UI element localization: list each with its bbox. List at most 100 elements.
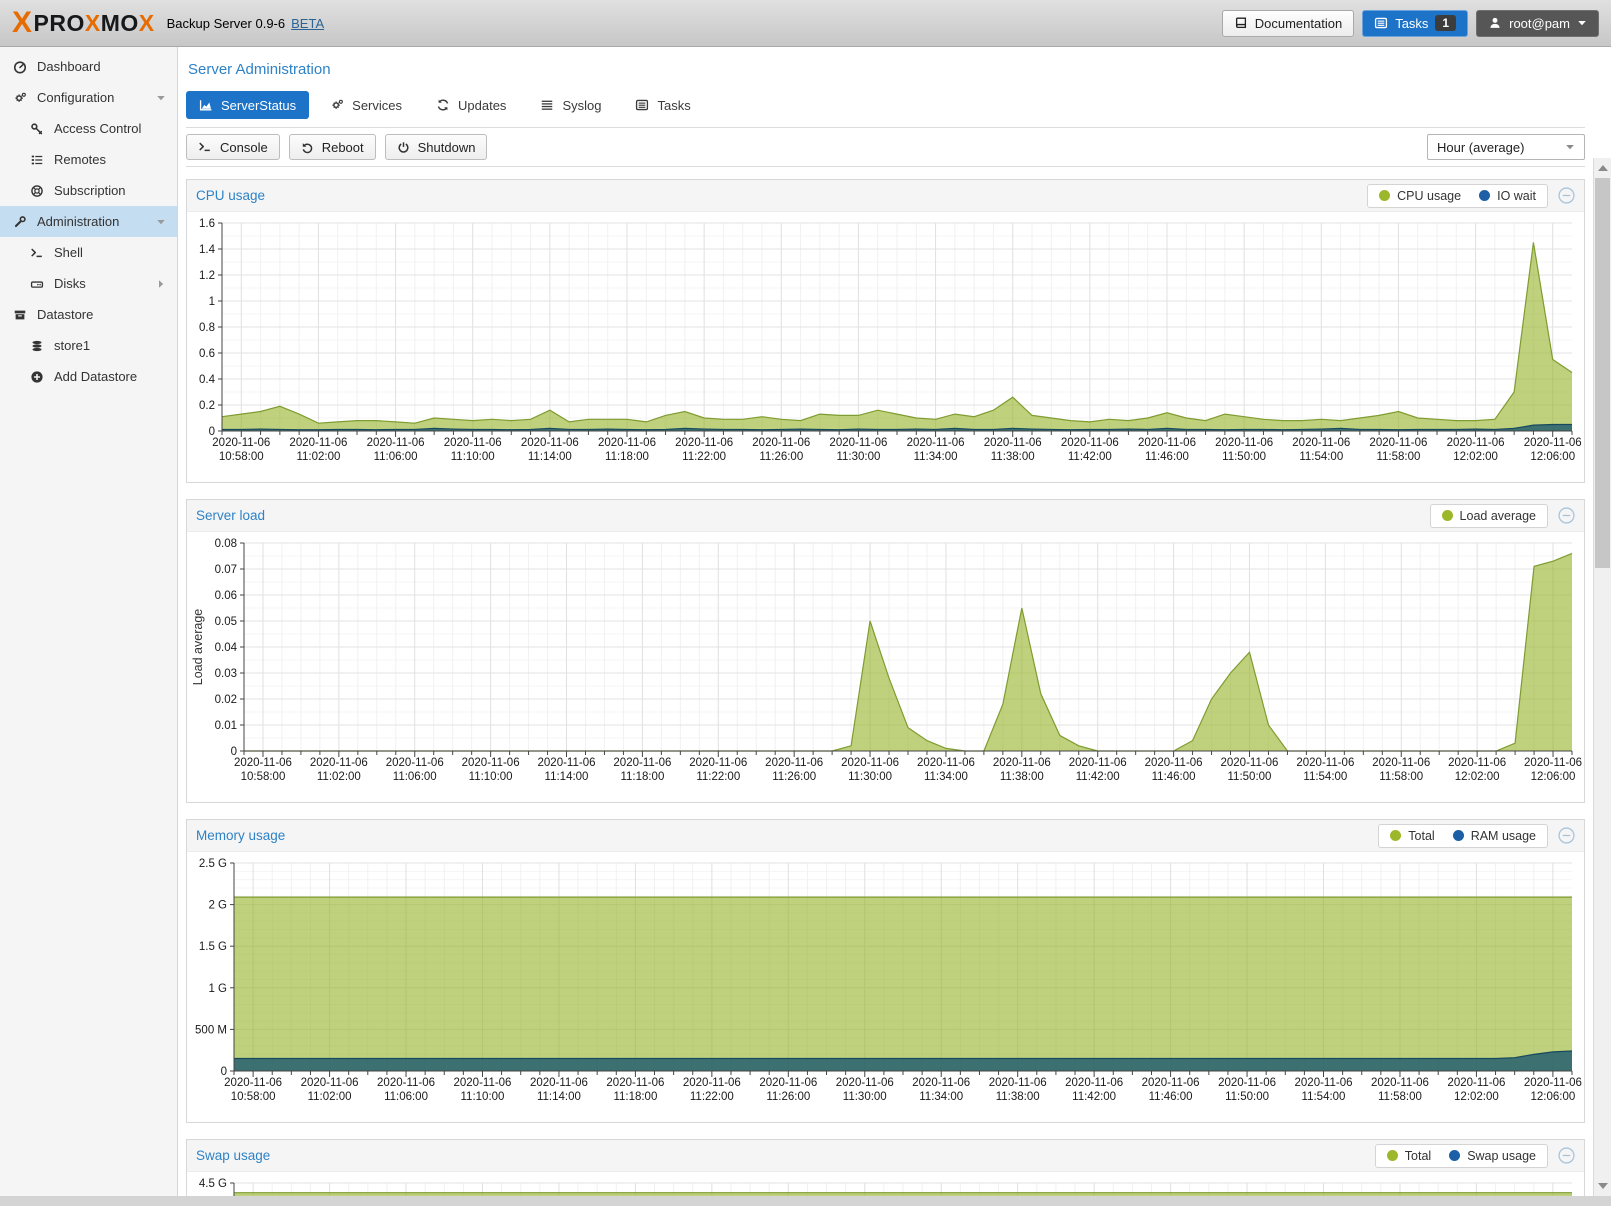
svg-text:2020-11-06: 2020-11-06 [1447, 437, 1505, 449]
documentation-button[interactable]: Documentation [1222, 10, 1354, 37]
svg-text:2020-11-06: 2020-11-06 [538, 757, 596, 769]
console-button[interactable]: Console [186, 134, 280, 160]
svg-text:2020-11-06: 2020-11-06 [683, 1077, 741, 1089]
sidebar-item-datastore[interactable]: Datastore [0, 299, 177, 330]
svg-text:0.07: 0.07 [215, 564, 237, 576]
svg-text:2020-11-06: 2020-11-06 [752, 437, 810, 449]
chart-area-icon [199, 98, 213, 112]
sidebar-item-administration[interactable]: Administration [0, 206, 177, 237]
legend-item-swap-usage: Swap usage [1449, 1149, 1536, 1163]
tab-serverstatus[interactable]: ServerStatus [186, 91, 309, 119]
sidebar-item-label: Configuration [37, 90, 114, 105]
svg-text:2.5 G: 2.5 G [199, 858, 227, 870]
legend-item-cpu-usage: CPU usage [1379, 189, 1461, 203]
collapse-panel-icon[interactable] [1558, 827, 1575, 844]
sidebar-item-add-datastore[interactable]: Add Datastore [0, 361, 177, 392]
beta-link[interactable]: BETA [291, 16, 324, 31]
shutdown-button[interactable]: Shutdown [385, 134, 488, 160]
sidebar-item-dashboard[interactable]: Dashboard [0, 51, 177, 82]
svg-text:11:26:00: 11:26:00 [766, 1091, 810, 1103]
svg-text:1 G: 1 G [208, 983, 227, 995]
chart-panel-swap-usage: Swap usageTotalSwap usage0500 M1 G1.5 G2… [186, 1139, 1585, 1196]
time-range-value: Hour (average) [1437, 140, 1524, 155]
user-menu-button[interactable]: root@pam [1476, 10, 1599, 37]
svg-text:11:46:00: 11:46:00 [1145, 451, 1189, 463]
tab-label: Syslog [562, 98, 601, 113]
lines-icon [540, 98, 554, 112]
chart-svg-swap-usage: 0500 M1 G1.5 G2 G2.5 G3 G3.5 G4 G4.5 G20… [189, 1175, 1582, 1196]
svg-text:12:02:00: 12:02:00 [1453, 451, 1498, 463]
chart-panel-server-load: Server loadLoad average00.010.020.030.04… [186, 499, 1585, 803]
svg-text:2020-11-06: 2020-11-06 [1524, 757, 1582, 769]
tab-updates[interactable]: Updates [423, 91, 519, 119]
svg-text:2020-11-06: 2020-11-06 [1447, 1077, 1505, 1089]
svg-text:12:02:00: 12:02:00 [1454, 1091, 1499, 1103]
sidebar-item-label: Subscription [54, 183, 126, 198]
button-label: Console [220, 140, 268, 155]
vertical-scrollbar[interactable] [1593, 158, 1611, 1196]
collapse-panel-icon[interactable] [1558, 507, 1575, 524]
collapse-panel-icon[interactable] [1558, 1147, 1575, 1164]
tab-services[interactable]: Services [317, 91, 415, 119]
sidebar-item-remotes[interactable]: Remotes [0, 144, 177, 175]
tasks-button[interactable]: Tasks 1 [1362, 10, 1468, 37]
svg-text:11:58:00: 11:58:00 [1378, 1091, 1422, 1103]
app-header: XPROXMOX Backup Server 0.9-6 BETA Docume… [0, 0, 1611, 47]
svg-text:12:02:00: 12:02:00 [1455, 771, 1500, 783]
legend-item-ram-usage: RAM usage [1453, 829, 1536, 843]
svg-text:11:30:00: 11:30:00 [836, 451, 880, 463]
svg-text:10:58:00: 10:58:00 [219, 451, 264, 463]
svg-text:2020-11-06: 2020-11-06 [1138, 437, 1196, 449]
svg-text:1: 1 [209, 296, 215, 308]
header-actions: Documentation Tasks 1 root@pam [1222, 10, 1599, 37]
chevron-down-icon [1565, 142, 1575, 152]
archive-icon [12, 308, 28, 322]
svg-text:2020-11-06: 2020-11-06 [224, 1077, 282, 1089]
sidebar-item-shell[interactable]: Shell [0, 237, 177, 268]
svg-text:11:02:00: 11:02:00 [308, 1091, 352, 1103]
svg-text:2020-11-06: 2020-11-06 [989, 1077, 1047, 1089]
tasks-label: Tasks [1395, 16, 1428, 31]
sidebar-item-subscription[interactable]: Subscription [0, 175, 177, 206]
user-icon [1488, 16, 1502, 30]
tab-tasks[interactable]: Tasks [622, 91, 703, 119]
scroll-up-button[interactable] [1594, 161, 1611, 175]
svg-text:0.05: 0.05 [215, 616, 237, 628]
power-icon [397, 141, 410, 154]
svg-text:11:30:00: 11:30:00 [843, 1091, 887, 1103]
svg-text:11:46:00: 11:46:00 [1152, 771, 1196, 783]
scroll-down-button[interactable] [1594, 1179, 1611, 1193]
sidebar-item-label: Access Control [54, 121, 141, 136]
main-content: Server Administration ServerStatusServic… [178, 47, 1593, 1196]
gauge-icon [12, 60, 28, 74]
tab-syslog[interactable]: Syslog [527, 91, 614, 119]
svg-text:2020-11-06: 2020-11-06 [1220, 757, 1278, 769]
scrollbar-thumb[interactable] [1595, 178, 1610, 568]
svg-text:2020-11-06: 2020-11-06 [444, 437, 502, 449]
svg-text:2020-11-06: 2020-11-06 [993, 757, 1051, 769]
svg-text:2020-11-06: 2020-11-06 [462, 757, 520, 769]
sidebar-item-store1[interactable]: store1 [0, 330, 177, 361]
reboot-button[interactable]: Reboot [289, 134, 376, 160]
svg-text:2020-11-06: 2020-11-06 [912, 1077, 970, 1089]
svg-text:0.06: 0.06 [215, 590, 237, 602]
chart-title: Swap usage [196, 1148, 270, 1163]
sidebar-item-label: Shell [54, 245, 83, 260]
legend-dot-icon [1390, 830, 1401, 841]
sidebar-item-label: Add Datastore [54, 369, 137, 384]
svg-text:0.03: 0.03 [215, 668, 237, 680]
collapse-panel-icon[interactable] [1558, 187, 1575, 204]
chart-title: Memory usage [196, 828, 285, 843]
chart-svg-server-load: 00.010.020.030.040.050.060.070.082020-11… [189, 535, 1582, 797]
sidebar-item-configuration[interactable]: Configuration [0, 82, 177, 113]
proxmox-logo: XPROXMOX [12, 8, 155, 38]
time-range-select[interactable]: Hour (average) [1427, 134, 1585, 160]
svg-text:2020-11-06: 2020-11-06 [613, 757, 671, 769]
legend-item-total: Total [1390, 829, 1434, 843]
svg-text:11:10:00: 11:10:00 [461, 1091, 505, 1103]
svg-text:0.02: 0.02 [215, 694, 237, 706]
sidebar-item-disks[interactable]: Disks [0, 268, 177, 299]
sidebar-item-access-control[interactable]: Access Control [0, 113, 177, 144]
tab-label: Updates [458, 98, 506, 113]
legend-dot-icon [1379, 190, 1390, 201]
